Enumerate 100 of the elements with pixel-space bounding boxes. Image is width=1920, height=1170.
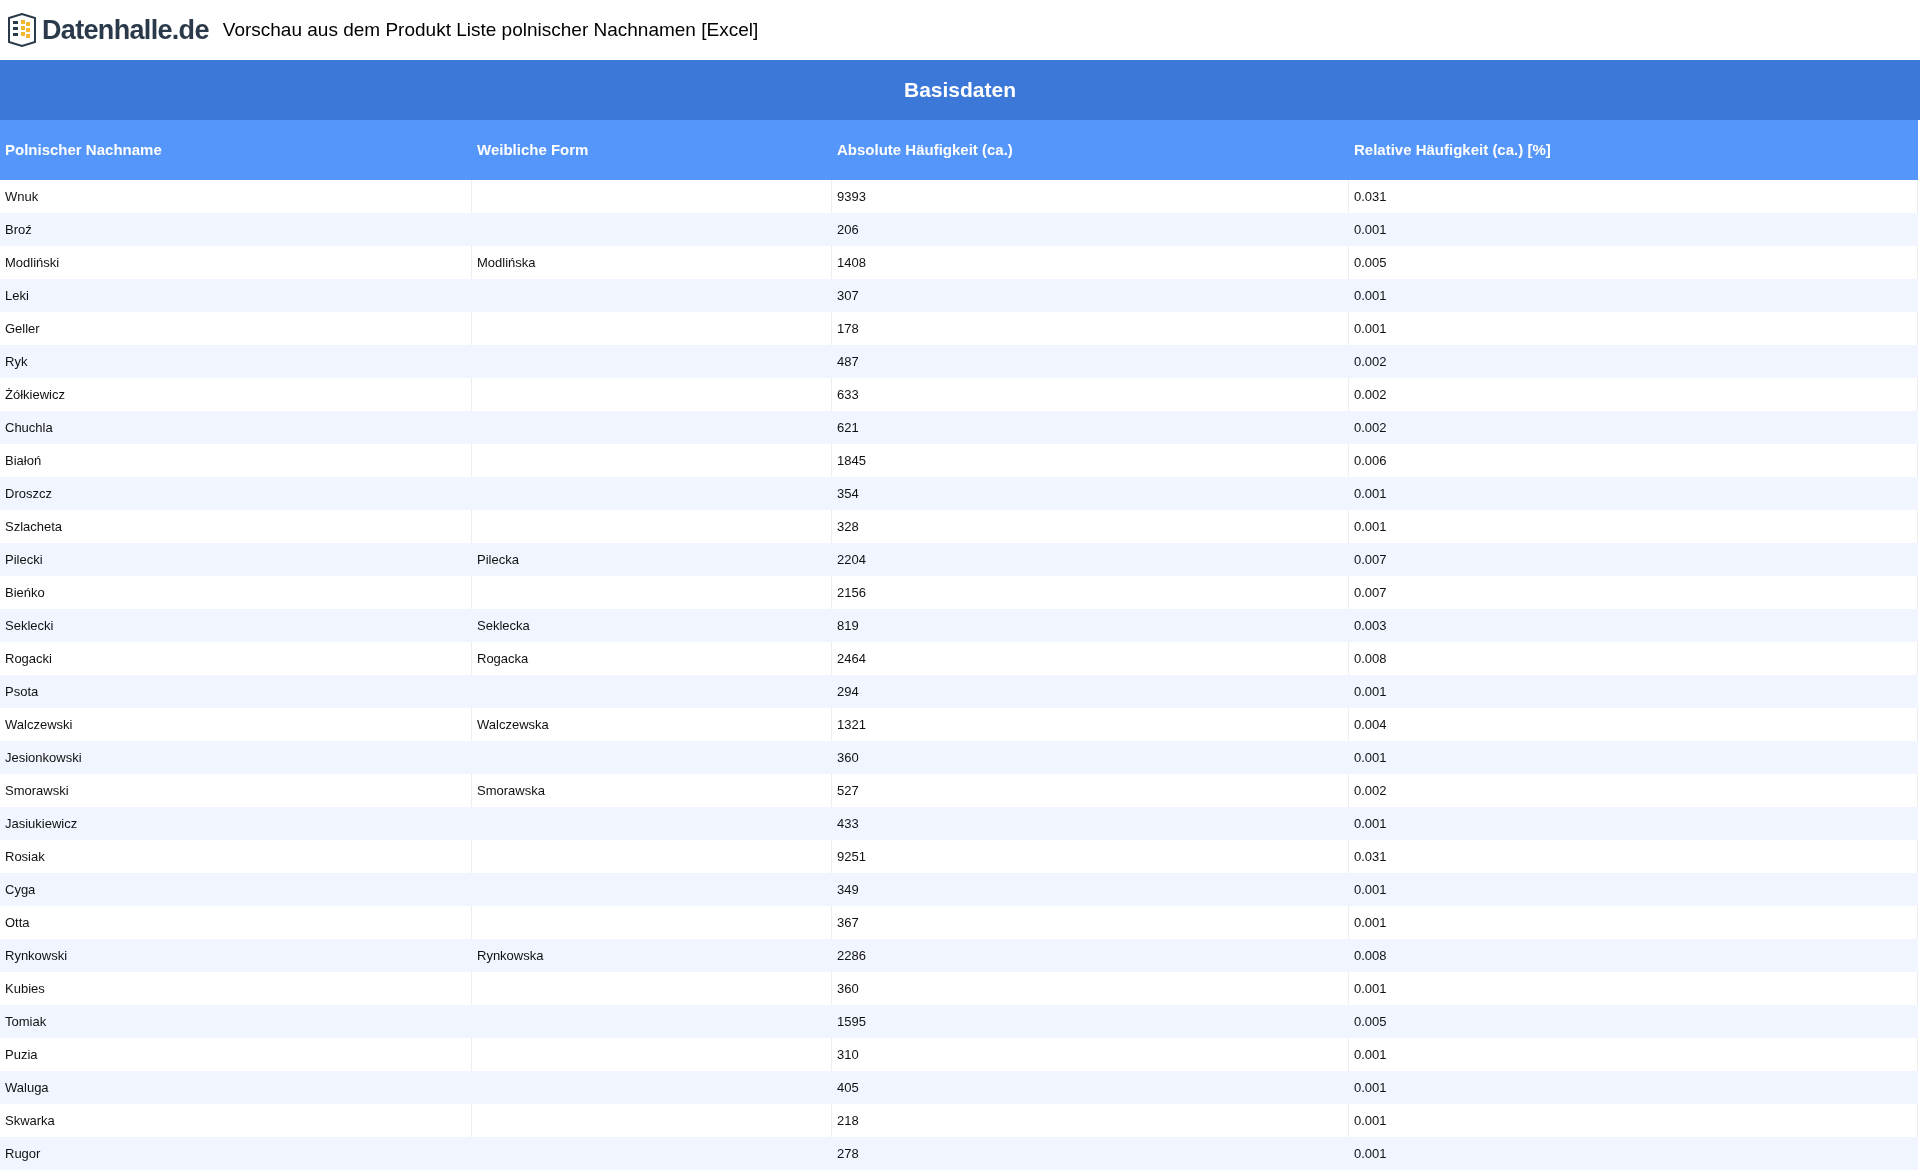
table-cell-text: Cyga [5,880,36,899]
table-cell-text: 0.008 [1354,946,1387,965]
column-header: Absolute Häufigkeit (ca.) [836,139,1014,160]
table-cell-text: 0.001 [1354,1144,1387,1163]
table-cell-text: Walczewska [477,715,549,734]
page-title: Vorschau aus dem Produkt Liste polnischer Nachnamen [Excel] [222,17,759,42]
table-cell-text: 9393 [837,187,866,206]
table-cell-text: 0.031 [1354,187,1387,206]
table-cell-text: 349 [837,880,859,899]
table-cell-text: 0.007 [1354,583,1387,602]
table-cell-text: Droszcz [5,484,52,503]
table-cell-text: Skwarka [5,1111,55,1130]
table-cell-text: Broź [5,220,32,239]
table-cell-text: Bieńko [5,583,45,602]
table-cell-text: 2204 [837,550,866,569]
table-cell-text: 0.001 [1354,220,1387,239]
table-cell-text: 0.001 [1354,913,1387,932]
table-cell-text: Modliński [5,253,60,272]
table-cell-text: 278 [837,1144,859,1163]
table-cell-text: Psota [5,682,39,701]
column-header: Polnischer Nachname [4,139,163,160]
table-cell-text: Ryk [5,352,28,371]
table-cell-text: 294 [837,682,859,701]
table-cell-text: 0.001 [1354,1045,1387,1064]
table-cell-text: 178 [837,319,859,338]
table-cell-text: 307 [837,286,859,305]
table-cell-text: 0.005 [1354,1012,1387,1031]
table-cell-text: 633 [837,385,859,404]
table-cell-text: 360 [837,979,859,998]
table-cell-text: Wnuk [5,187,39,206]
table-cell-text: Smorawski [5,781,69,800]
table-cell-text: 2156 [837,583,866,602]
table-cell-text: Modlińska [477,253,536,272]
table-cell-text: 0.001 [1354,682,1387,701]
table-cell-text: 0.002 [1354,352,1387,371]
table-cell-text: 0.002 [1354,385,1387,404]
table-cell-text: 1845 [837,451,866,470]
table-cell-text: 1408 [837,253,866,272]
table-cell-text: Rynkowska [477,946,544,965]
table-cell-text: Geller [5,319,40,338]
table-cell-text: Leki [5,286,29,305]
table-cell-text: 487 [837,352,859,371]
table-cell-text: 354 [837,484,859,503]
table-cell-text: 1321 [837,715,866,734]
table-cell-text: Białoń [5,451,42,470]
table-cell-text: Chuchla [5,418,53,437]
table-cell-text: 206 [837,220,859,239]
table-cell-text: 0.001 [1354,484,1387,503]
table-cell-text: 310 [837,1045,859,1064]
table-cell-text: Puzia [5,1045,38,1064]
table-cell-text: Seklecka [477,616,530,635]
table-cell-text: 0.004 [1354,715,1387,734]
table-cell-text: Rynkowski [5,946,68,965]
table-cell-text: 527 [837,781,859,800]
table-cell-text: 0.008 [1354,649,1387,668]
table-cell-text: 0.005 [1354,253,1387,272]
table-caption: Basisdaten [0,60,1920,120]
table-cell-text: 0.031 [1354,847,1387,866]
table-cell-text: Rogacka [477,649,529,668]
table-cell-text: 819 [837,616,859,635]
table-cell-text: 360 [837,748,859,767]
table-cell-text: 0.001 [1354,979,1387,998]
table-cell-text: Rosiak [5,847,45,866]
table-cell-text: 0.002 [1354,781,1387,800]
table-cell-text: 9251 [837,847,866,866]
table-cell-text: Pilecki [5,550,43,569]
table-cell-text: Rogacki [5,649,52,668]
table-cell-text: Seklecki [5,616,54,635]
table-cell-text: Jesionkowski [5,748,82,767]
table-cell-text: 0.001 [1354,880,1387,899]
table-cell-text: Szlacheta [5,517,63,536]
table-cell-text: 328 [837,517,859,536]
table-cell-text: Rugor [5,1144,41,1163]
table-cell-text: Walczewski [5,715,73,734]
table-cell-text: 2286 [837,946,866,965]
table-cell-text: Jasiukiewicz [5,814,78,833]
table-cell-text: 0.006 [1354,451,1387,470]
table-cell-text: 0.007 [1354,550,1387,569]
table-cell-text: 0.002 [1354,418,1387,437]
table-cell-text: 0.001 [1354,517,1387,536]
table-cell-text: Waluga [5,1078,49,1097]
table-cell-text: Smorawska [477,781,545,800]
logo-text[interactable]: Datenhalle.de [42,9,209,51]
table-cell-text: Pilecka [477,550,519,569]
table-cell-text: 0.003 [1354,616,1387,635]
table-cell-text: 433 [837,814,859,833]
table-cell-text: Tomiak [5,1012,47,1031]
table-cell-text: 1595 [837,1012,866,1031]
table-cell-text: 2464 [837,649,866,668]
table-cell-text: 0.001 [1354,1111,1387,1130]
table-cell-text: 405 [837,1078,859,1097]
column-header: Weibliche Form [476,139,590,160]
table-cell-text: 0.001 [1354,1078,1387,1097]
table-cell-text: 0.001 [1354,748,1387,767]
table-cell-text: 218 [837,1111,859,1130]
table-cell-text: Otta [5,913,30,932]
column-header: Relative Häufigkeit (ca.) [%] [1353,139,1552,160]
table-cell-text: 621 [837,418,859,437]
table-cell-text: Żółkiewicz [5,385,65,404]
table-cell-text: 0.001 [1354,814,1387,833]
